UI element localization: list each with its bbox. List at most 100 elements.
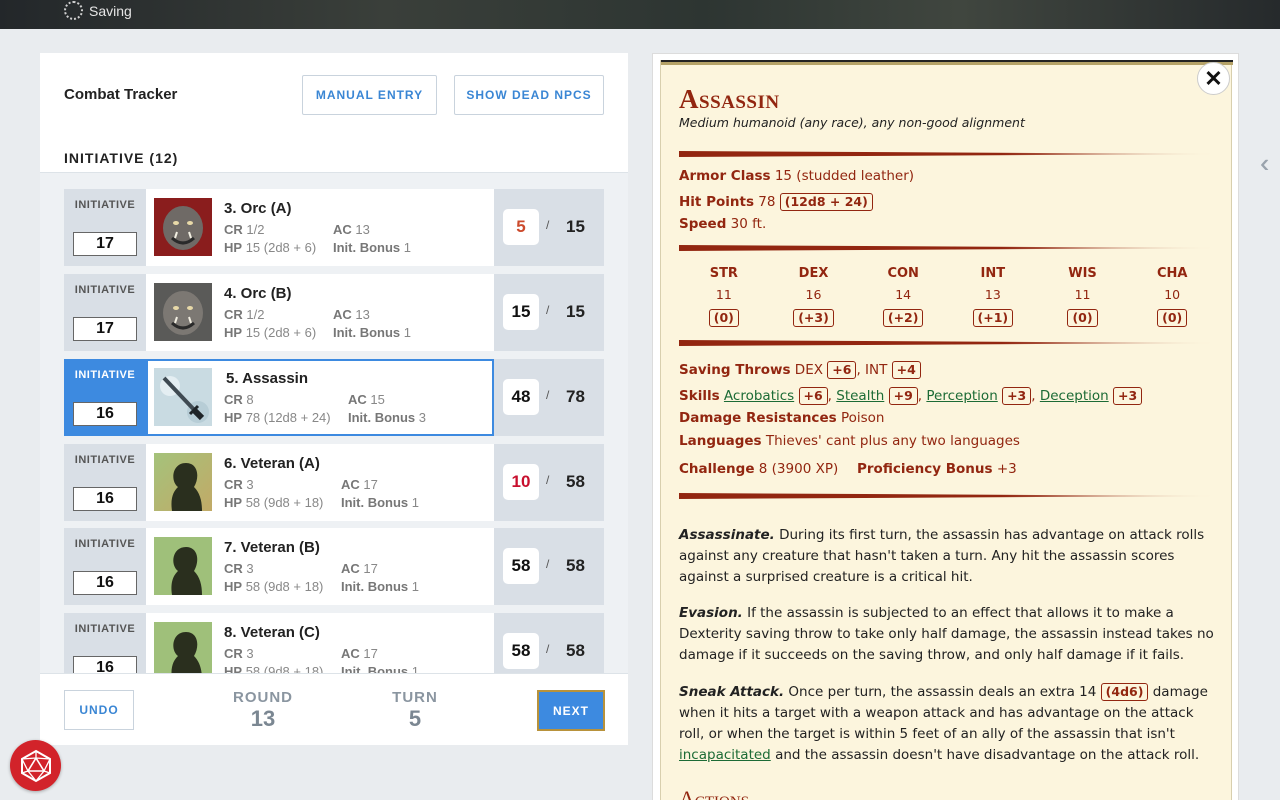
ac-label: AC xyxy=(333,222,352,237)
manual-entry-button[interactable]: MANUAL ENTRY xyxy=(302,75,437,115)
ability-mod-roll-button[interactable]: (0) xyxy=(708,309,739,327)
initiative-list[interactable]: INITIATIVE 17 3. Orc (A) CR 1/2 AC 13 HP… xyxy=(40,173,628,673)
ability-score: 14 xyxy=(895,287,912,302)
combatant-info[interactable]: 6. Veteran (A) CR 3 AC 17 HP 58 (9d8 + 1… xyxy=(146,444,494,521)
initiative-input[interactable]: 16 xyxy=(73,487,137,511)
current-hp-input[interactable]: 48 xyxy=(503,379,539,415)
initiative-input[interactable]: 16 xyxy=(73,402,137,426)
turn-label: TURN xyxy=(392,689,438,706)
combatant-info[interactable]: 8. Veteran (C) CR 3 AC 17 HP 58 (9d8 + 1… xyxy=(146,613,494,673)
combatant-info[interactable]: 7. Veteran (B) CR 3 AC 17 HP 58 (9d8 + 1… xyxy=(146,528,494,605)
skill-roll-button[interactable]: +3 xyxy=(1112,387,1143,405)
challenge: Challenge 8 (3900 XP) xyxy=(679,461,838,477)
challenge-value: 8 (3900 XP) xyxy=(758,461,839,477)
statblock-panel: Assassin Medium humanoid (any race), any… xyxy=(652,53,1239,800)
ac-label: AC xyxy=(341,477,360,492)
undo-button[interactable]: UNDO xyxy=(64,690,134,730)
initiative-cell: INITIATIVE 16 xyxy=(64,444,146,521)
hp-label: HP xyxy=(224,664,243,673)
show-dead-npcs-button[interactable]: SHOW DEAD NPCS xyxy=(454,75,604,115)
sneak-dice-roll-button[interactable]: (4d6) xyxy=(1100,683,1149,701)
skill-link[interactable]: Deception xyxy=(1040,388,1109,404)
ac-stat: AC 13 xyxy=(333,307,370,322)
saving-status: Saving xyxy=(64,1,132,20)
skill-roll-button[interactable]: +3 xyxy=(1002,387,1032,405)
save-dex-roll-button[interactable]: +6 xyxy=(827,361,857,379)
current-hp-input[interactable]: 58 xyxy=(503,633,539,669)
skill-link[interactable]: Stealth xyxy=(836,388,884,404)
save-int-roll-button[interactable]: +4 xyxy=(891,361,921,379)
combatant-row[interactable]: INITIATIVE 16 6. Veteran (A) CR 3 AC 17 … xyxy=(64,444,604,521)
hit-dice-roll-button[interactable]: (12d8 + 24) xyxy=(779,193,873,211)
combatant-row-active[interactable]: INITIATIVE 16 5. Assassin CR 8 AC 15 HP … xyxy=(64,359,604,436)
hp-value: 15 (2d8 + 6) xyxy=(245,240,317,255)
skill-roll-button[interactable]: +6 xyxy=(798,387,828,405)
init-bonus-value: 1 xyxy=(411,664,420,673)
ability-score: 13 xyxy=(984,287,1001,302)
ability-scores: STR 11 (0) DEX 16 (+3) CON 14 (+2) INT 13 (+1) W… xyxy=(679,266,1217,327)
initiative-input[interactable]: 17 xyxy=(73,232,137,256)
speed: Speed 30 ft. xyxy=(679,216,766,232)
ability-name: CHA xyxy=(1156,266,1188,281)
ability-mod-roll-button[interactable]: (+1) xyxy=(972,309,1014,327)
ac-stat: AC 13 xyxy=(333,222,370,237)
close-icon[interactable]: ✕ xyxy=(1197,62,1230,95)
init-bonus-value: 1 xyxy=(403,240,412,255)
hp-label: HP xyxy=(224,240,243,255)
ability-mod-roll-button[interactable]: (0) xyxy=(1157,309,1188,327)
init-bonus-label: Init. Bonus xyxy=(333,240,401,255)
current-hp-input[interactable]: 10 xyxy=(503,464,539,500)
combatant-info[interactable]: 4. Orc (B) CR 1/2 AC 13 HP 15 (2d8 + 6) … xyxy=(146,274,494,351)
init-bonus-stat: Init. Bonus 1 xyxy=(333,240,411,255)
skill-link[interactable]: Acrobatics xyxy=(724,388,794,404)
trait-text: If the assassin is subjected to an effec… xyxy=(679,605,1214,663)
current-hp-input[interactable]: 15 xyxy=(503,294,539,330)
current-hp-input[interactable]: 58 xyxy=(503,548,539,584)
initiative-input[interactable]: 16 xyxy=(73,571,137,595)
incapacitated-link[interactable]: incapacitated xyxy=(679,747,771,763)
ability-score: 11 xyxy=(715,287,732,302)
speed-label: Speed xyxy=(679,216,727,232)
ability-mod-roll-button[interactable]: (0) xyxy=(1067,309,1098,327)
hp-separator: / xyxy=(546,303,550,317)
max-hp: 15 xyxy=(566,217,585,236)
ability-dex: DEX 16 (+3) xyxy=(769,266,859,327)
initiative-input[interactable]: 16 xyxy=(73,656,137,673)
cr-label: CR xyxy=(224,222,243,237)
armor-class: Armor Class 15 (studded leather) xyxy=(679,168,914,184)
init-bonus-label: Init. Bonus xyxy=(348,410,416,425)
d20-icon[interactable] xyxy=(10,740,61,791)
combatant-info[interactable]: 5. Assassin CR 8 AC 15 HP 78 (12d8 + 24)… xyxy=(146,359,494,436)
next-button[interactable]: NEXT xyxy=(537,690,605,731)
double-chevron-left-icon[interactable]: ‹‹ xyxy=(1260,148,1272,179)
hp-label: HP xyxy=(224,579,243,594)
round-value: 13 xyxy=(250,706,276,731)
initiative-cell: INITIATIVE 17 xyxy=(64,274,146,351)
hp-cell: 15 / 15 xyxy=(494,274,604,351)
combatant-row[interactable]: INITIATIVE 16 7. Veteran (B) CR 3 AC 17 … xyxy=(64,528,604,605)
combatant-row[interactable]: INITIATIVE 17 4. Orc (B) CR 1/2 AC 13 HP… xyxy=(64,274,604,351)
current-hp-input[interactable]: 5 xyxy=(503,209,539,245)
initiative-input[interactable]: 17 xyxy=(73,317,137,341)
skill-roll-button[interactable]: +9 xyxy=(888,387,918,405)
damage-resistances: Damage Resistances Poison xyxy=(679,410,884,426)
damage-res-value: Poison xyxy=(840,410,885,426)
combatant-row[interactable]: INITIATIVE 17 3. Orc (A) CR 1/2 AC 13 HP… xyxy=(64,189,604,266)
skill-link[interactable]: Perception xyxy=(926,388,997,404)
silhouette-portrait xyxy=(154,453,212,511)
combatant-row[interactable]: INITIATIVE 16 8. Veteran (C) CR 3 AC 17 … xyxy=(64,613,604,673)
hp-label: HP xyxy=(224,325,243,340)
ability-mod-roll-button[interactable]: (+2) xyxy=(882,309,924,327)
trait-assassinate: Assassinate. During its first turn, the … xyxy=(679,525,1219,588)
ability-score: 10 xyxy=(1164,287,1181,302)
combatant-name: 5. Assassin xyxy=(226,370,308,387)
ability-cha: CHA 10 (0) xyxy=(1127,266,1217,327)
ac-stat: AC 15 xyxy=(348,392,385,407)
initiative-label: INITIATIVE xyxy=(74,284,136,296)
init-bonus-stat: Init. Bonus 3 xyxy=(348,410,426,425)
init-bonus-value: 1 xyxy=(411,495,420,510)
combatant-info[interactable]: 3. Orc (A) CR 1/2 AC 13 HP 15 (2d8 + 6) … xyxy=(146,189,494,266)
init-bonus-label: Init. Bonus xyxy=(341,579,409,594)
ability-mod-roll-button[interactable]: (+3) xyxy=(793,309,834,327)
speed-value: 30 ft. xyxy=(730,216,767,232)
